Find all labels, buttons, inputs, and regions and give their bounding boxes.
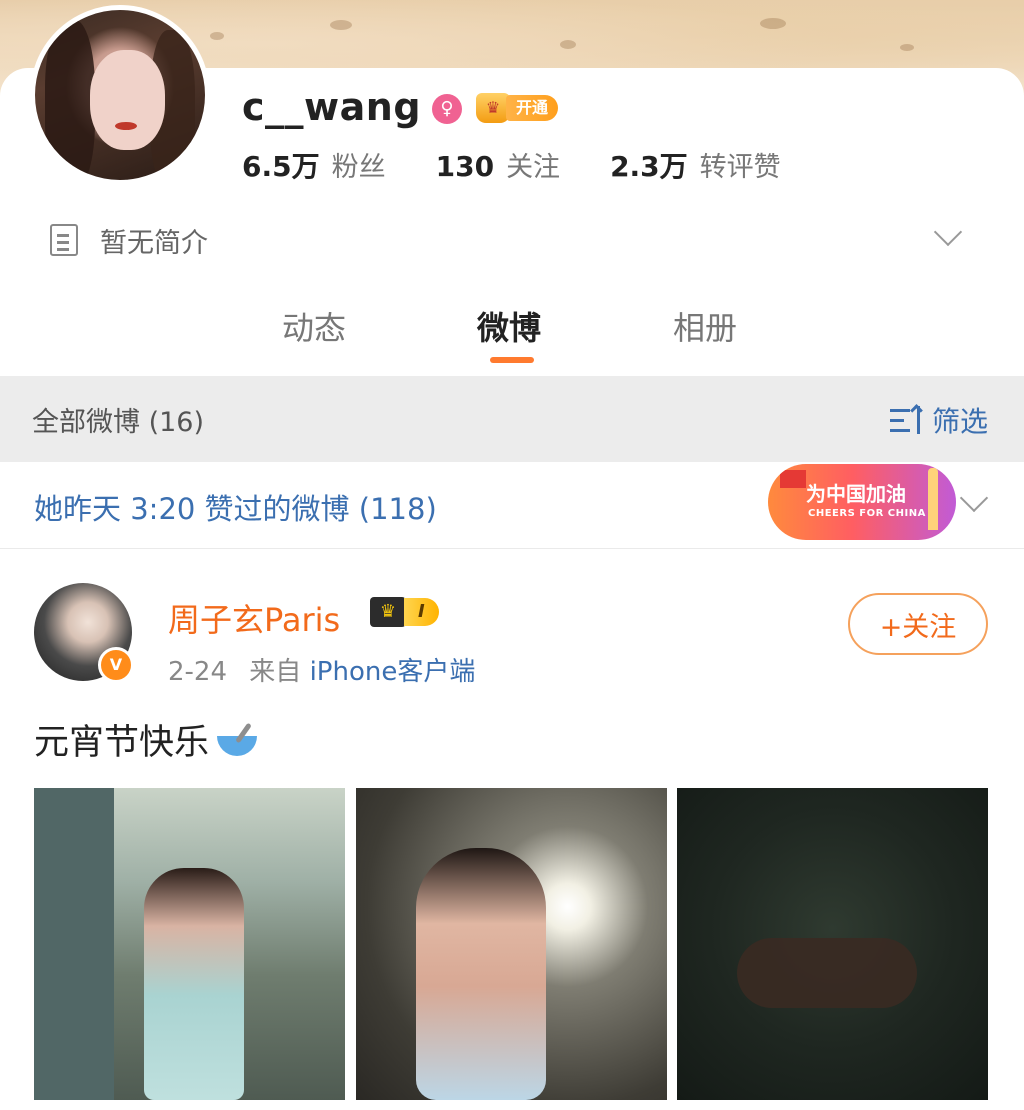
photo-detail <box>144 868 244 1100</box>
banner-texture <box>900 44 914 51</box>
filter-icon <box>889 406 922 434</box>
crown-icon: ♛ <box>370 597 406 627</box>
vip-level: I <box>404 598 439 626</box>
post-author-avatar[interactable]: V <box>34 583 134 683</box>
tab-album[interactable]: 相册 <box>673 303 737 349</box>
banner-texture <box>330 20 352 30</box>
post-photo[interactable] <box>677 788 988 1100</box>
badge-subtitle: CHEERS FOR CHINA <box>808 508 926 519</box>
profile-username: c__wang <box>242 85 422 129</box>
post-photo-grid <box>34 788 990 1110</box>
avatar-detail <box>45 20 95 180</box>
banner-texture <box>760 18 786 29</box>
tower-icon <box>928 468 938 530</box>
filter-icon-line <box>889 419 904 422</box>
post-author-name[interactable]: 周子玄Paris <box>168 595 340 641</box>
post-date: 2-24 <box>168 657 228 687</box>
stat-number: 6.5万 <box>242 150 320 183</box>
profile-avatar[interactable] <box>30 5 210 185</box>
all-weibo-count[interactable]: 全部微博 (16) <box>32 400 204 439</box>
filter-bar: 全部微博 (16) 筛选 <box>0 376 1024 462</box>
stat-following[interactable]: 130 关注 <box>436 145 560 184</box>
vip-open-label: 开通 <box>506 95 559 121</box>
chevron-down-icon[interactable] <box>959 483 989 513</box>
tab-weibo[interactable]: 微博 <box>477 303 541 349</box>
photo-detail <box>34 788 114 1100</box>
stat-interactions[interactable]: 2.3万 转评赞 <box>610 145 781 185</box>
stat-label: 关注 <box>506 152 561 183</box>
document-icon <box>50 224 78 256</box>
flag-icon <box>780 470 806 488</box>
profile-tabs: 动态 微博 相册 <box>0 295 1024 365</box>
liked-posts-text[interactable]: 她昨天 3:20 赞过的微博 (118) <box>34 486 437 528</box>
stat-label: 转评赞 <box>699 152 781 183</box>
bio-row[interactable]: 暂无简介 <box>50 217 994 262</box>
follow-button[interactable]: +关注 <box>848 593 988 655</box>
post-photo[interactable] <box>356 788 667 1100</box>
avatar-detail <box>115 122 137 130</box>
chevron-down-icon[interactable] <box>933 217 963 247</box>
stat-number: 130 <box>435 150 495 183</box>
female-gender-icon: ♀ <box>432 94 462 124</box>
photo-detail <box>416 848 546 1100</box>
banner-texture <box>560 40 576 49</box>
liked-posts-row[interactable]: 她昨天 3:20 赞过的微博 (118) 为中国加油 CHEERS FOR CH… <box>0 462 1024 549</box>
profile-stats: 6.5万 粉丝 130 关注 2.3万 转评赞 <box>242 145 831 185</box>
active-tab-indicator <box>490 357 534 363</box>
filter-label: 筛选 <box>931 405 988 438</box>
stat-label: 粉丝 <box>331 152 386 183</box>
post-from-label: 来自 <box>249 657 302 687</box>
tab-activity[interactable]: 动态 <box>282 303 346 349</box>
verified-badge-icon: V <box>98 647 134 683</box>
bio-text: 暂无简介 <box>100 227 208 259</box>
badge-title: 为中国加油 <box>806 482 906 506</box>
cheers-for-china-badge[interactable]: 为中国加油 CHEERS FOR CHINA <box>768 464 956 540</box>
photo-detail <box>737 938 917 1008</box>
banner-texture <box>210 32 224 40</box>
post-header: V 周子玄Paris ♛ I 2-24 来自 iPhone客户端 +关注 <box>0 575 1024 695</box>
bowl-emoji-icon <box>215 722 259 758</box>
stat-number: 2.3万 <box>610 150 688 183</box>
post-text: 元宵节快乐 <box>34 723 210 763</box>
post-content: 元宵节快乐 <box>34 714 259 765</box>
filter-button[interactable]: 筛选 <box>889 400 988 440</box>
stat-followers[interactable]: 6.5万 粉丝 <box>242 145 386 185</box>
crown-icon: ♛ <box>476 93 510 123</box>
vip-open-badge[interactable]: ♛ 开通 <box>476 92 559 124</box>
post-source[interactable]: iPhone客户端 <box>310 657 476 687</box>
vip-level-badge[interactable]: ♛ I <box>370 597 439 627</box>
post-photo[interactable] <box>34 788 345 1100</box>
post-meta: 2-24 来自 iPhone客户端 <box>168 651 475 688</box>
filter-icon-line <box>889 409 910 412</box>
filter-icon-arrow <box>916 406 920 434</box>
filter-icon-line <box>889 429 910 432</box>
avatar-detail <box>90 50 165 150</box>
